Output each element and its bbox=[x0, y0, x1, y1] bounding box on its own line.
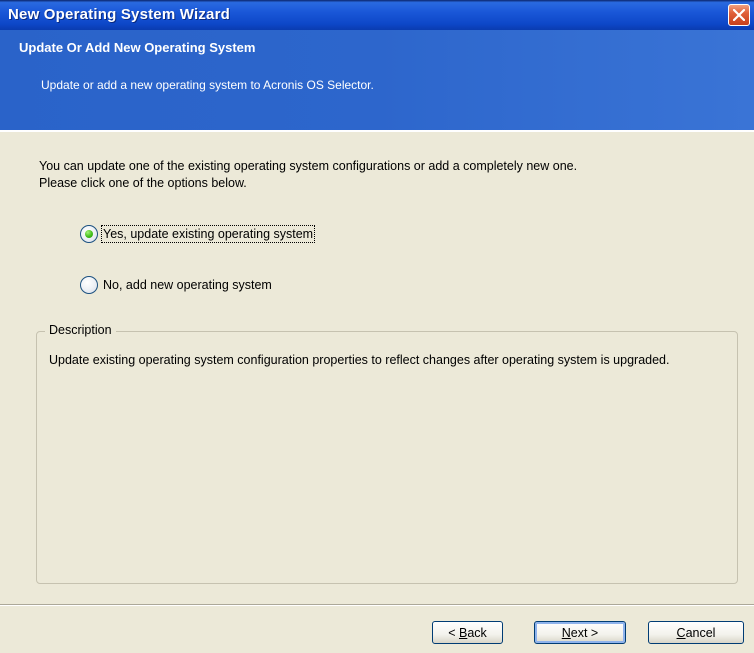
wizard-window: New Operating System Wizard Update Or Ad… bbox=[0, 0, 754, 653]
header-title: Update Or Add New Operating System bbox=[19, 40, 256, 55]
window-title: New Operating System Wizard bbox=[8, 6, 230, 23]
option-add-new-label[interactable]: No, add new operating system bbox=[103, 278, 272, 292]
header-subtitle: Update or add a new operating system to … bbox=[41, 78, 374, 92]
description-legend: Description bbox=[45, 323, 116, 337]
cancel-button[interactable]: Cancel bbox=[648, 621, 744, 644]
next-mnemonic: N bbox=[561, 625, 571, 640]
intro-line-2: Please click one of the options below. bbox=[39, 176, 247, 190]
cancel-mnemonic: C bbox=[676, 625, 686, 640]
next-button[interactable]: Next > bbox=[534, 621, 626, 644]
next-label-rest: ext > bbox=[570, 625, 599, 640]
radio-selected-dot bbox=[85, 230, 93, 238]
close-button[interactable] bbox=[728, 4, 750, 26]
option-add-new[interactable]: No, add new operating system bbox=[80, 274, 272, 296]
description-text: Update existing operating system configu… bbox=[49, 353, 670, 367]
intro-line-1: You can update one of the existing opera… bbox=[39, 159, 578, 173]
footer-divider-highlight bbox=[0, 605, 754, 606]
back-button[interactable]: < Back bbox=[432, 621, 503, 644]
cancel-label-rest: ancel bbox=[685, 625, 716, 640]
back-label-rest: ack bbox=[467, 625, 487, 640]
radio-add-new[interactable] bbox=[80, 276, 98, 294]
radio-update-existing[interactable] bbox=[80, 225, 98, 243]
back-prefix: < bbox=[448, 625, 459, 640]
option-update-existing[interactable]: Yes, update existing operating system bbox=[80, 223, 316, 245]
close-icon bbox=[733, 9, 745, 21]
back-mnemonic: B bbox=[458, 625, 468, 640]
intro-text: You can update one of the existing opera… bbox=[39, 158, 739, 192]
option-update-existing-label[interactable]: Yes, update existing operating system bbox=[100, 225, 316, 243]
title-bar[interactable]: New Operating System Wizard bbox=[0, 0, 754, 30]
header-divider bbox=[0, 130, 754, 132]
